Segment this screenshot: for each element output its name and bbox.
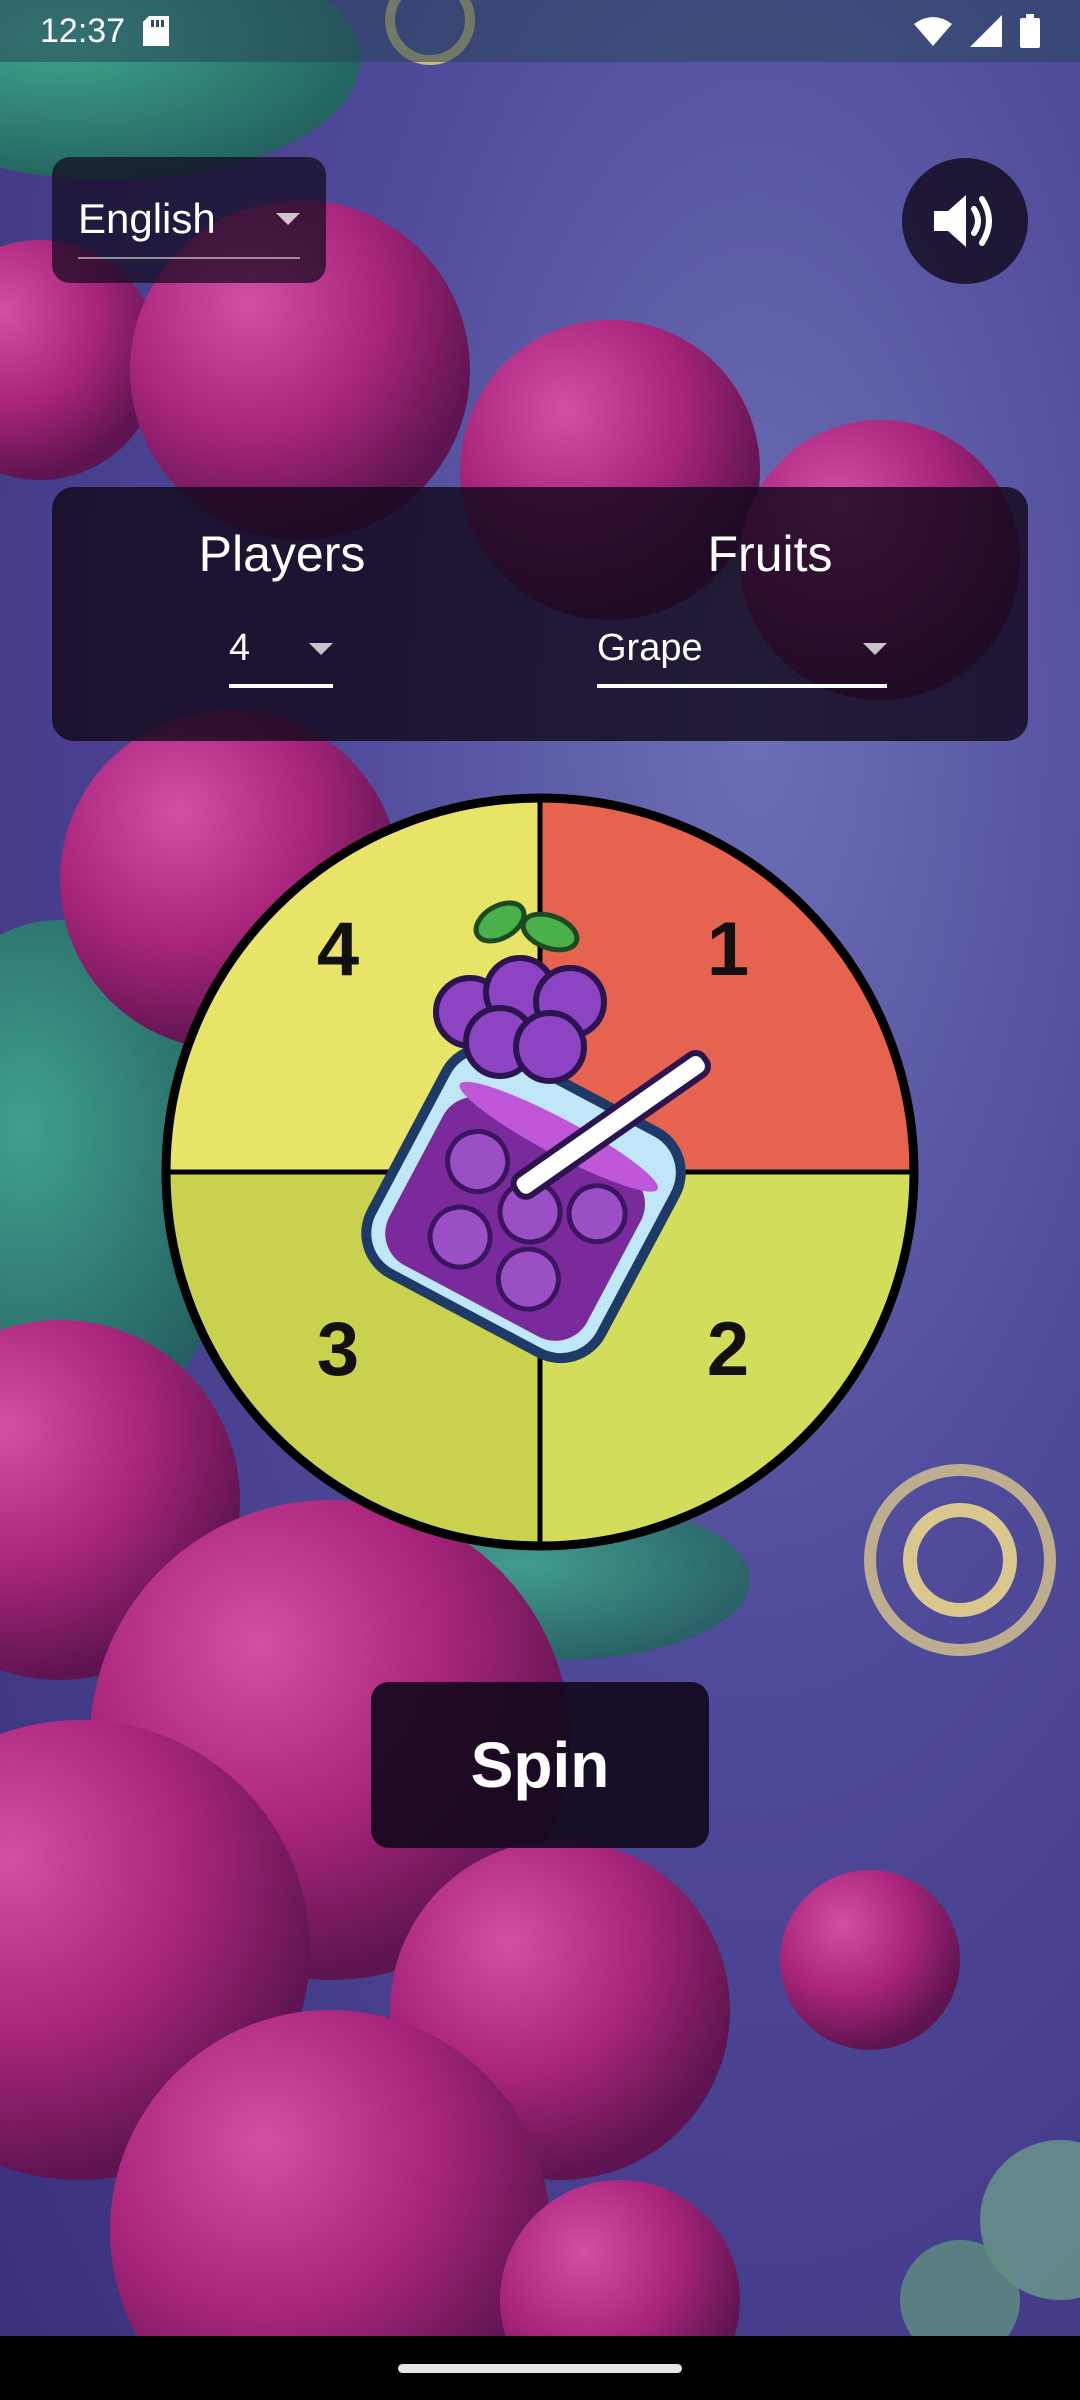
game-settings-panel: Players 4 Fruits Grape — [52, 487, 1028, 741]
language-value: English — [78, 195, 216, 242]
wheel-label-4: 4 — [317, 907, 359, 992]
wheel-graphic: 1 2 3 4 — [161, 793, 919, 1551]
fruits-label: Fruits — [707, 526, 833, 582]
wheel-label-2: 2 — [707, 1307, 749, 1392]
spin-button[interactable]: Spin — [371, 1682, 709, 1848]
language-dropdown[interactable]: English — [52, 157, 326, 283]
volume-up-icon — [934, 195, 992, 247]
chevron-down-icon — [863, 642, 887, 655]
battery-icon — [1020, 14, 1040, 48]
sound-toggle-button[interactable] — [902, 158, 1028, 284]
wheel-label-1: 1 — [707, 907, 749, 992]
fruits-column: Fruits Grape — [512, 487, 1028, 741]
chevron-down-icon — [276, 213, 300, 225]
chevron-down-icon — [309, 642, 333, 655]
home-gesture-handle[interactable] — [398, 2364, 682, 2373]
wifi-icon — [914, 17, 952, 46]
sd-card-icon — [143, 16, 170, 46]
signal-icon — [970, 15, 1002, 47]
players-value: 4 — [229, 627, 251, 669]
fruits-dropdown[interactable]: Grape — [597, 627, 887, 688]
spin-button-label: Spin — [470, 1729, 610, 1801]
wheel-label-3: 3 — [317, 1307, 359, 1392]
players-dropdown[interactable]: 4 — [229, 627, 333, 688]
status-time: 12:37 — [40, 11, 126, 50]
fruits-value: Grape — [597, 627, 703, 669]
status-bar: 12:37 — [0, 0, 1080, 62]
spin-wheel[interactable]: 1 2 3 4 — [158, 790, 922, 1554]
players-label: Players — [198, 526, 366, 582]
system-navigation-bar — [0, 2336, 1080, 2400]
players-column: Players 4 — [52, 487, 512, 741]
language-select[interactable]: English — [78, 195, 300, 259]
